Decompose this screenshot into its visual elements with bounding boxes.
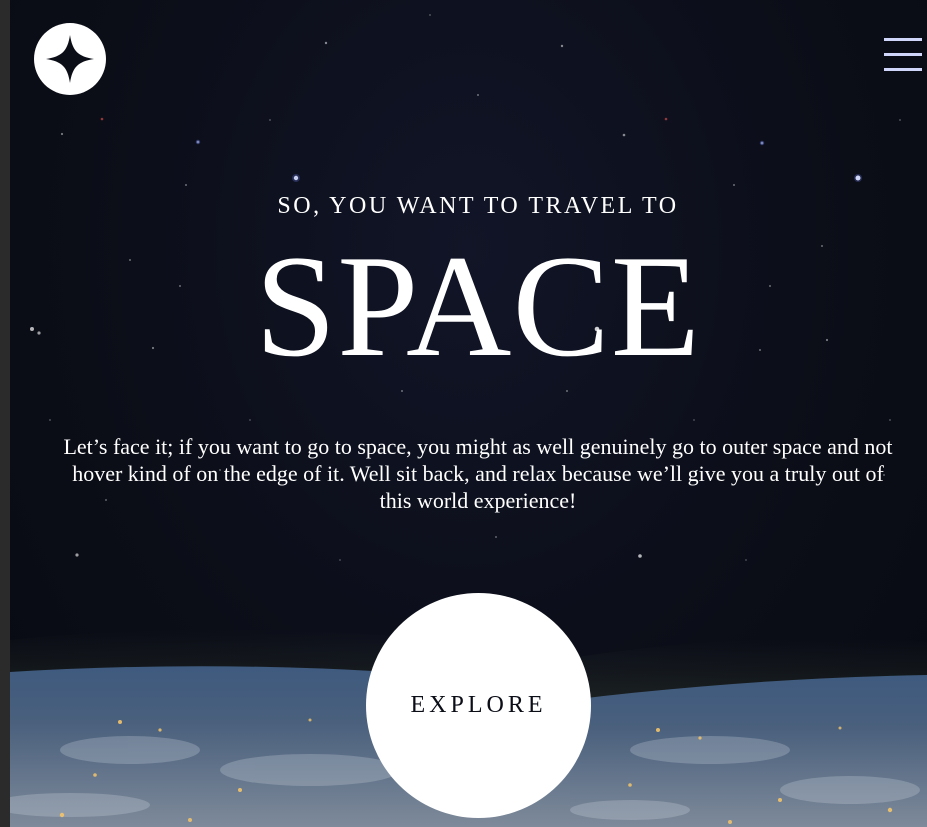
menu-bar-top	[884, 38, 922, 41]
four-point-star-icon	[46, 35, 94, 83]
hero-background: SO, YOU WANT TO TRAVEL TO SPACE Let’s fa…	[10, 0, 927, 827]
menu-bar-middle	[884, 53, 922, 56]
explore-button[interactable]: EXPLORE	[366, 593, 591, 818]
hero-description: Let’s face it; if you want to go to spac…	[63, 434, 893, 513]
hamburger-menu-icon[interactable]	[884, 38, 922, 74]
logo[interactable]	[34, 23, 106, 95]
menu-bar-bottom	[884, 68, 922, 71]
window-left-edge	[0, 0, 10, 827]
hero-title: SPACE	[255, 225, 701, 387]
hero-eyebrow: SO, YOU WANT TO TRAVEL TO	[277, 193, 679, 219]
